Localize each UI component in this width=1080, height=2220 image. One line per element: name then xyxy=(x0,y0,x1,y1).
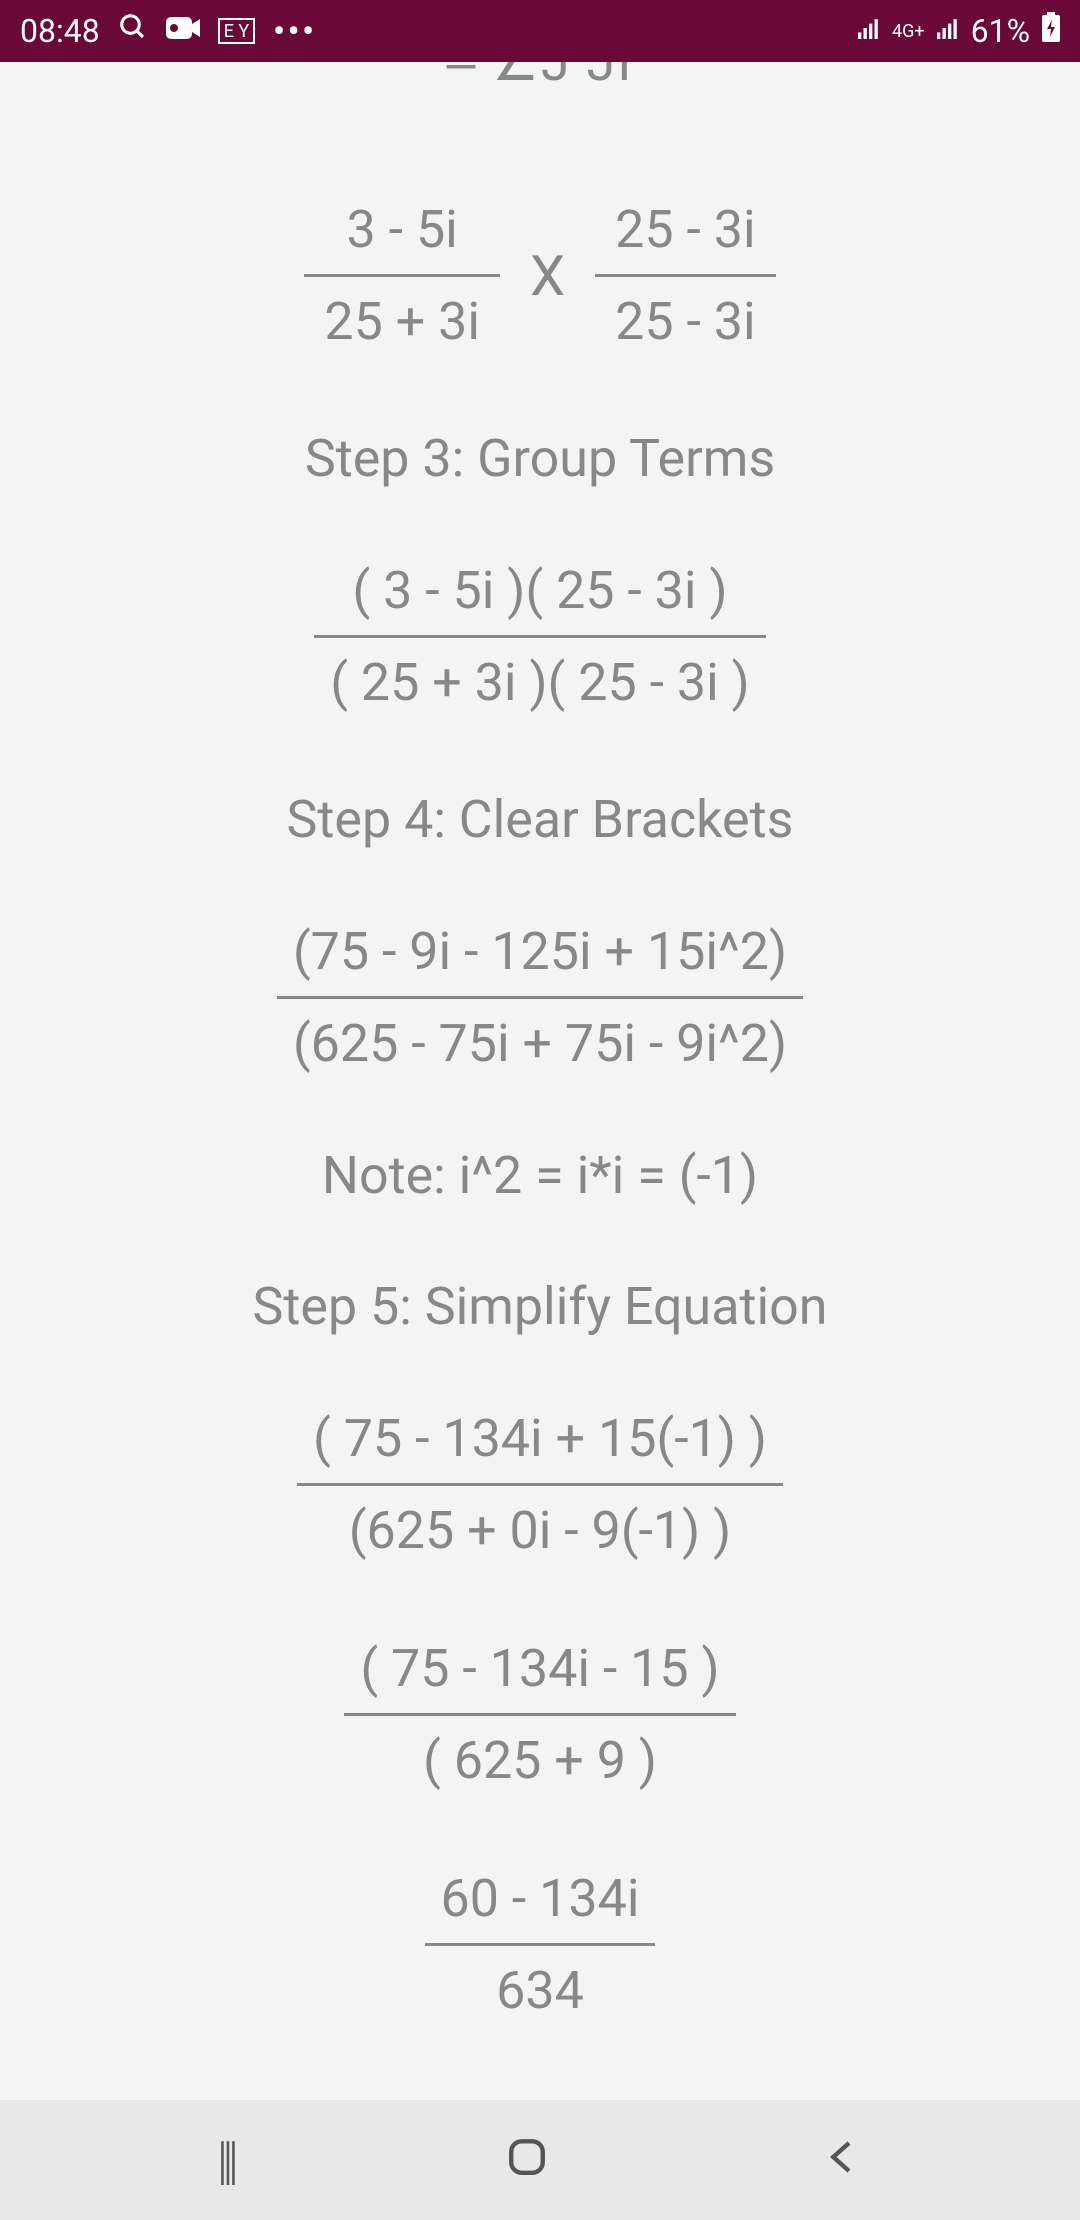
denominator: 25 - 3i xyxy=(595,285,776,358)
back-button[interactable] xyxy=(821,2130,863,2191)
camera-icon xyxy=(166,14,200,49)
reader-icon: E Y xyxy=(218,18,256,44)
partial-cutoff: ‒ ∠J JI xyxy=(447,62,634,93)
denominator: 634 xyxy=(480,1954,600,2027)
multiply-symbol: X xyxy=(530,243,565,309)
denominator: ( 25 + 3i )( 25 - 3i ) xyxy=(314,646,766,719)
battery-percent: 61% xyxy=(971,12,1030,50)
battery-icon xyxy=(1042,12,1060,50)
fraction-bar xyxy=(304,274,500,277)
note-text: Note: i^2 = i*i = (-1) xyxy=(322,1145,758,1206)
fraction-right: 25 - 3i 25 - 3i xyxy=(595,193,776,358)
more-icon: ••• xyxy=(273,12,317,50)
numerator: ( 3 - 5i )( 25 - 3i ) xyxy=(336,554,743,627)
recents-button[interactable]: ||| xyxy=(217,2130,234,2191)
status-right: 4G+ 61% xyxy=(858,12,1060,50)
clock: 08:48 xyxy=(20,12,100,50)
step-4-fraction: (75 - 9i - 125i + 15i^2) (625 - 75i + 75… xyxy=(277,915,803,1080)
numerator: 3 - 5i xyxy=(327,193,478,266)
step-4-title: Step 4: Clear Brackets xyxy=(287,789,794,850)
fraction-multiplication: 3 - 5i 25 + 3i X 25 - 3i 25 - 3i xyxy=(304,193,775,358)
navigation-bar: ||| xyxy=(0,2100,1080,2220)
status-left: 08:48 E Y ••• xyxy=(20,12,317,50)
data-icon: 4G+ xyxy=(892,21,925,42)
step-5c-fraction: 60 - 134i 634 xyxy=(425,1862,656,2027)
step-3-title: Step 3: Group Terms xyxy=(305,428,775,489)
fraction-bar xyxy=(344,1713,735,1716)
step-5b-fraction: ( 75 - 134i - 15 ) ( 625 + 9 ) xyxy=(344,1632,735,1797)
main-content[interactable]: ‒ ∠J JI 3 - 5i 25 + 3i X 25 - 3i 25 - 3i… xyxy=(0,62,1080,2100)
denominator: (625 - 75i + 75i - 9i^2) xyxy=(277,1007,803,1080)
denominator: 25 + 3i xyxy=(304,285,500,358)
step-3-fraction: ( 3 - 5i )( 25 - 3i ) ( 25 + 3i )( 25 - … xyxy=(314,554,766,719)
numerator: 60 - 134i xyxy=(425,1862,656,1935)
step-5-title: Step 5: Simplify Equation xyxy=(252,1276,827,1337)
fraction-bar xyxy=(314,635,766,638)
search-icon xyxy=(118,12,148,50)
fraction-bar xyxy=(595,274,776,277)
fraction-bar xyxy=(425,1943,656,1946)
numerator: ( 75 - 134i - 15 ) xyxy=(344,1632,735,1705)
denominator: (625 + 0i - 9(-1) ) xyxy=(333,1494,748,1567)
numerator: ( 75 - 134i + 15(-1) ) xyxy=(297,1402,783,1475)
fraction-bar xyxy=(297,1483,783,1486)
status-bar: 08:48 E Y ••• 4G+ 61% xyxy=(0,0,1080,62)
fraction-left: 3 - 5i 25 + 3i xyxy=(304,193,500,358)
signal-icon-1 xyxy=(858,17,880,45)
denominator: ( 625 + 9 ) xyxy=(407,1724,673,1797)
signal-icon-2 xyxy=(937,17,959,45)
numerator: (75 - 9i - 125i + 15i^2) xyxy=(277,915,803,988)
step-5a-fraction: ( 75 - 134i + 15(-1) ) (625 + 0i - 9(-1)… xyxy=(297,1402,783,1567)
fraction-bar xyxy=(277,996,803,999)
home-button[interactable] xyxy=(506,2130,548,2191)
numerator: 25 - 3i xyxy=(595,193,776,266)
